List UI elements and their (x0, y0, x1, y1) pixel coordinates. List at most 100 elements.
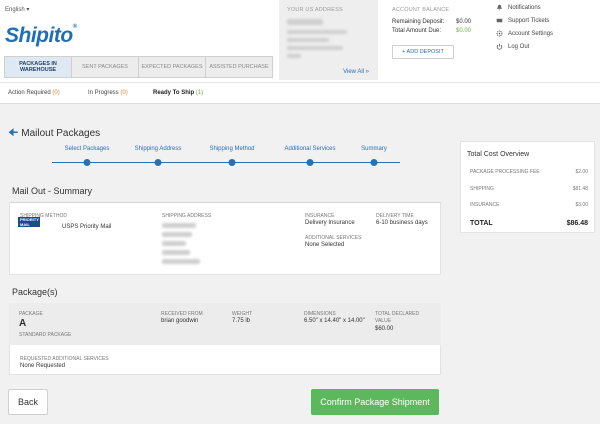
step-dot (370, 159, 378, 166)
account-balance: ACCOUNT BALANCE Remaining Deposit: $0.00 … (392, 7, 484, 34)
blurred-address-line (162, 259, 200, 264)
shipping-address-label: SHIPPING ADDRESS (162, 213, 212, 219)
log-out-link[interactable]: Log Out (496, 43, 553, 50)
additional-services-value: None Selected (305, 242, 345, 248)
view-all-link[interactable]: View All » (343, 69, 369, 75)
declared-value: $60.00 (375, 326, 394, 332)
dimensions-label: DIMENSIONS (304, 311, 336, 317)
total-due-value: $0.00 (456, 28, 472, 34)
remaining-deposit-value: $0.00 (456, 19, 472, 25)
bell-icon (497, 4, 502, 11)
notifications-label: Notifications (508, 4, 541, 11)
total-due-label: Total Amount Due: (392, 28, 442, 34)
support-tickets-label: Support Tickets (508, 17, 550, 24)
cost-label: PACKAGE PROCESSING FEE (470, 169, 540, 175)
cost-value: $3.00 (575, 202, 588, 208)
blurred-address-line (287, 46, 343, 50)
notifications-link[interactable]: Notifications (496, 4, 553, 11)
account-settings-label: Account Settings (508, 30, 554, 37)
step-dot (154, 159, 162, 166)
language-selector[interactable]: English ▾ (5, 6, 29, 13)
cost-total-row: TOTAL $86.48 (470, 220, 588, 227)
requested-services-value: None Requested (20, 363, 66, 369)
total-value: $86.48 (566, 220, 588, 227)
delivery-time-value: 6-10 business days (376, 220, 428, 226)
cost-row-shipping: SHIPPING $81.48 (470, 186, 588, 192)
declared-value-label: TOTAL DECLARED VALUE (375, 311, 420, 324)
received-from-value: brian goodwin (161, 318, 199, 324)
us-address-panel: YOUR US ADDRESS View All » (279, 0, 378, 80)
weight-label: WEIGHT (232, 311, 252, 317)
account-settings-link[interactable]: Account Settings (496, 30, 553, 37)
in-progress-count: (0) (120, 90, 128, 96)
action-required-count: (0) (52, 90, 60, 96)
cost-overview-title: Total Cost Overview (467, 151, 530, 158)
cost-value: $81.48 (572, 186, 588, 192)
subnav-in-progress[interactable]: In Progress (0) (88, 90, 128, 96)
sub-navigation: Action Required (0) In Progress (0) Read… (0, 82, 600, 104)
insurance-label: INSURANCE (305, 213, 335, 219)
cost-row-insurance: INSURANCE $3.00 (470, 202, 588, 208)
package-header-row: PACKAGE A STANDARD PACKAGE RECEIVED FROM… (9, 303, 441, 345)
tab-packages-in-warehouse[interactable]: PACKAGES IN WAREHOUSE (4, 56, 72, 78)
ticket-icon (496, 18, 503, 23)
us-address-label: YOUR US ADDRESS (287, 7, 343, 13)
account-links: Notifications Support Tickets Account Se… (496, 4, 553, 56)
step-shipping-address[interactable]: Shipping Address (135, 146, 182, 152)
ready-to-ship-label: Ready To Ship (153, 90, 195, 96)
total-label: TOTAL (470, 220, 493, 227)
step-shipping-method[interactable]: Shipping Method (209, 146, 254, 152)
summary-title: Mail Out - Summary (12, 186, 93, 196)
cost-label: SHIPPING (470, 186, 494, 192)
subnav-action-required[interactable]: Action Required (0) (8, 90, 60, 96)
summary-card: SHIPPING METHOD PRIORITY MAIL USPS Prior… (9, 202, 441, 275)
tab-sent-packages[interactable]: SENT PACKAGES (71, 56, 139, 78)
blurred-address-line (287, 19, 323, 25)
step-select-packages[interactable]: Select Packages (65, 146, 110, 152)
step-summary[interactable]: Summary (361, 146, 387, 152)
package-label: PACKAGE (19, 311, 43, 317)
usps-logo: PRIORITY MAIL (18, 217, 40, 227)
blurred-address-line (162, 223, 196, 228)
blurred-address-line (162, 232, 192, 237)
insurance-value: Delivery Insurance (305, 220, 355, 226)
add-deposit-button[interactable]: + ADD DEPOSIT (392, 45, 454, 59)
support-tickets-link[interactable]: Support Tickets (496, 17, 553, 24)
cost-value: $2.00 (575, 169, 588, 175)
cost-label: INSURANCE (470, 202, 500, 208)
logo-mark: ® (72, 24, 77, 30)
step-additional-services[interactable]: Additional Services (284, 146, 335, 152)
blurred-address-line (287, 30, 347, 34)
tab-assisted-purchase[interactable]: ASSISTED PURCHASE (205, 56, 273, 78)
progress-steps: Select Packages Shipping Address Shippin… (8, 140, 442, 170)
confirm-shipment-button[interactable]: Confirm Package Shipment (311, 389, 439, 415)
weight-value: 7.75 lb (232, 318, 251, 324)
action-required-label: Action Required (8, 90, 51, 96)
gear-icon (496, 30, 503, 37)
step-dot (306, 159, 314, 166)
usps-logo-text: PRIORITY MAIL (20, 217, 39, 227)
subnav-ready-to-ship[interactable]: Ready To Ship (1) (153, 90, 203, 96)
blurred-address-line (287, 54, 301, 58)
step-dot (83, 159, 91, 166)
requested-services-label: REQUESTED ADDITIONAL SERVICES (20, 356, 109, 362)
ready-to-ship-count: (1) (195, 90, 204, 96)
in-progress-label: In Progress (88, 90, 119, 96)
package-type: STANDARD PACKAGE (19, 332, 72, 338)
delivery-time-label: DELIVERY TIME (376, 213, 414, 219)
logo-text: Shipito (5, 24, 73, 47)
blurred-address-line (162, 241, 186, 246)
package-value: A (19, 318, 27, 329)
back-button[interactable]: Back (8, 389, 48, 415)
shipito-logo[interactable]: Shipito® (5, 24, 77, 48)
tab-expected-packages[interactable]: EXPECTED PACKAGES (138, 56, 206, 78)
step-dot (228, 159, 236, 166)
cost-row-processing: PACKAGE PROCESSING FEE $2.00 (470, 169, 588, 175)
progress-line (52, 162, 400, 163)
dimensions-value: 6.50" x 14.40" x 14.00" (304, 318, 365, 324)
blurred-address-line (162, 250, 190, 255)
shipping-method-value: USPS Priority Mail (62, 224, 112, 230)
total-cost-overview: Total Cost Overview PACKAGE PROCESSING F… (460, 141, 595, 233)
main-tabs: PACKAGES IN WAREHOUSE SENT PACKAGES EXPE… (4, 56, 273, 78)
power-icon (496, 43, 503, 50)
